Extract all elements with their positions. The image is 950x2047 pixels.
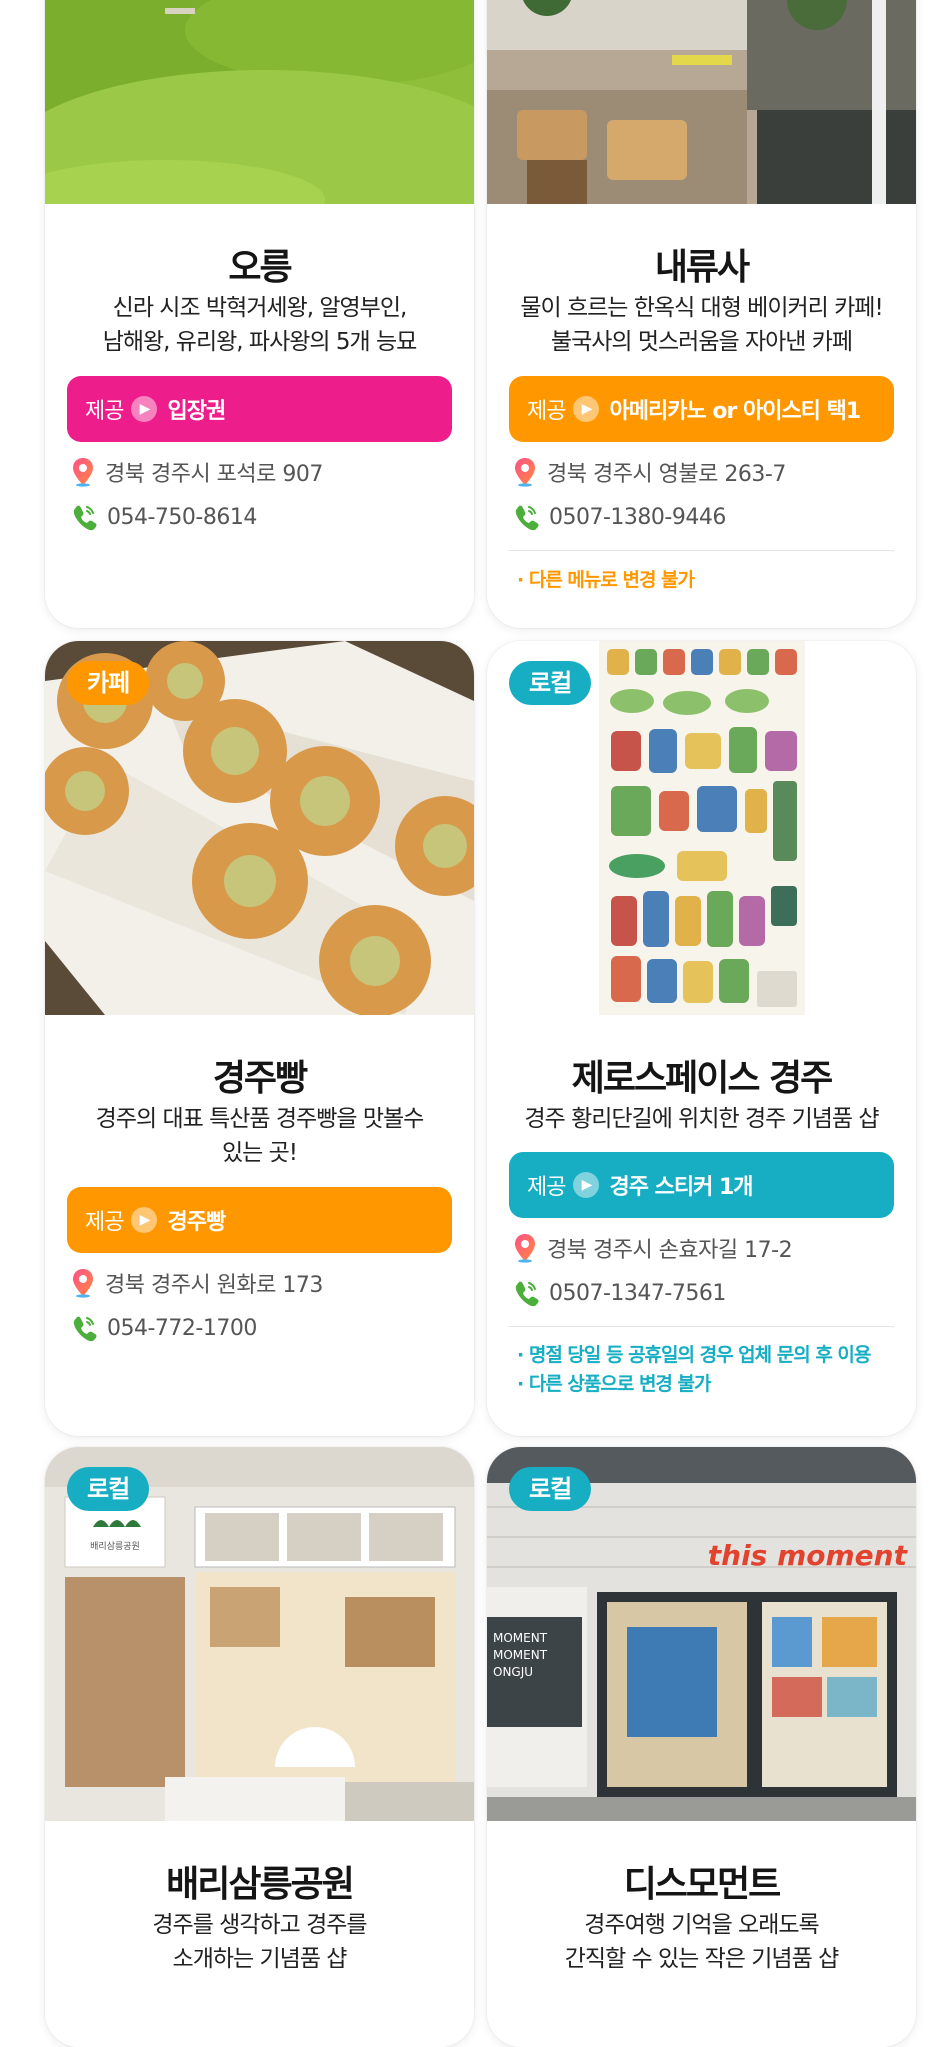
phone-row[interactable]: 054-772-1700 [71, 1311, 257, 1345]
offer-button[interactable]: 제공 ▶ 아메리카노 or 아이스티 택1 [509, 376, 894, 442]
offer-item: 입장권 [167, 399, 226, 424]
desc-line: 물이 흐르는 한옥식 대형 베이커리 카페! [520, 295, 883, 321]
phone-text: 0507-1347-7561 [549, 1280, 726, 1306]
location-pin-icon [73, 458, 93, 487]
desc-line: 경주의 대표 특산품 경주빵을 맛볼수 [95, 1106, 425, 1132]
phone-row[interactable]: 0507-1380-9446 [513, 500, 726, 534]
address-text: 경북 경주시 손효자길 17-2 [547, 1238, 793, 1263]
desc-line: 있는 곳! [221, 1140, 298, 1166]
card-description: 경주를 생각하고 경주를 소개하는 기념품 샵 [60, 1908, 459, 1976]
notice-line: · 명절 당일 등 공휴일의 경우 업체 문의 후 이용 [517, 1344, 871, 1366]
desc-line: 신라 시조 박혁거세왕, 알영부인, [112, 295, 408, 321]
card-gyeongju-bread[interactable]: 카페 경주빵 경주의 대표 특산품 경주빵을 맛볼수 있는 곳! 제공 ▶ 경주… [45, 641, 474, 1436]
category-badge: 카페 [67, 661, 150, 705]
card-zerospace-gyeongju[interactable]: 로컬 제로스페이스 경주 경주 황리단길에 위치한 경주 기념품 샵 제공 ▶ … [487, 641, 916, 1436]
notice-text: · 다른 메뉴로 변경 불가 [517, 566, 695, 595]
offer-item: 경주 스티커 1개 [609, 1175, 753, 1200]
category-badge: 로컬 [67, 1467, 150, 1511]
offer-label: 제공 [85, 399, 124, 424]
location-pin-icon [73, 1269, 93, 1298]
card-title: 디스모먼트 [623, 1864, 782, 1905]
divider [509, 1326, 894, 1327]
offer-item: 경주빵 [167, 1210, 226, 1235]
phone-row[interactable]: 0507-1347-7561 [513, 1276, 726, 1310]
desc-line: 경주여행 기억을 오래도록 [584, 1912, 819, 1938]
category-badge: 로컬 [509, 661, 592, 705]
desc-line: 경주 황리단길에 위치한 경주 기념품 샵 [524, 1106, 879, 1132]
phone-icon [515, 1281, 539, 1307]
offer-label: 제공 [527, 399, 566, 424]
card-title: 배리삼릉공원 [166, 1864, 355, 1905]
shop-sign: this moment [708, 1539, 909, 1572]
card-photo [45, 0, 474, 204]
offer-label: 제공 [527, 1175, 566, 1200]
address-text: 경북 경주시 원화로 173 [105, 1273, 323, 1298]
desc-line: 경주를 생각하고 경주를 [152, 1912, 367, 1938]
card-description: 경주 황리단길에 위치한 경주 기념품 샵 [502, 1102, 901, 1136]
offer-item: 아메리카노 or 아이스티 택1 [609, 399, 861, 424]
notice-text: · 명절 당일 등 공휴일의 경우 업체 문의 후 이용 · 다른 상품으로 변… [517, 1341, 871, 1399]
offer-button[interactable]: 제공 ▶ 경주 스티커 1개 [509, 1152, 894, 1218]
desc-line: 불국사의 멋스러움을 자아낸 카페 [550, 329, 853, 355]
divider [509, 550, 894, 551]
chevron-right-icon: ▶ [573, 1172, 600, 1198]
phone-icon [73, 505, 97, 531]
shop-sign: 배리삼릉공원 [90, 1541, 140, 1552]
phone-text: 054-750-8614 [107, 504, 257, 530]
address-text: 경북 경주시 영불로 263-7 [547, 462, 786, 487]
address-row: 경북 경주시 손효자길 17-2 [513, 1231, 793, 1265]
location-pin-icon [515, 458, 535, 487]
chevron-right-icon: ▶ [131, 1207, 158, 1233]
desc-line: 소개하는 기념품 샵 [172, 1946, 348, 1972]
card-photo [487, 0, 916, 204]
chevron-right-icon: ▶ [131, 396, 158, 422]
card-naeryusa[interactable]: 내류사 물이 흐르는 한옥식 대형 베이커리 카페! 불국사의 멋스러움을 자아… [487, 0, 916, 628]
phone-text: 054-772-1700 [107, 1315, 257, 1341]
offer-button[interactable]: 제공 ▶ 경주빵 [67, 1187, 452, 1253]
phone-icon [515, 505, 539, 531]
card-description: 경주여행 기억을 오래도록 간직할 수 있는 작은 기념품 샵 [502, 1908, 901, 1976]
offer-label: 제공 [85, 1210, 124, 1235]
card-this-moment[interactable]: this moment MOMENT MOMENT ONGJU 로컬 디스모먼트… [487, 1447, 916, 2047]
card-title: 오릉 [228, 247, 292, 288]
desc-line: 간직할 수 있는 작은 기념품 샵 [564, 1946, 839, 1972]
card-title: 내류사 [654, 247, 750, 288]
notice-line: · 다른 상품으로 변경 불가 [517, 1373, 711, 1395]
phone-text: 0507-1380-9446 [549, 504, 726, 530]
address-row: 경북 경주시 포석로 907 [71, 455, 323, 489]
window-text: ONGJU [493, 1665, 533, 1679]
card-description: 물이 흐르는 한옥식 대형 베이커리 카페! 불국사의 멋스러움을 자아낸 카페 [502, 291, 901, 359]
desc-line: 남해왕, 유리왕, 파사왕의 5개 능묘 [102, 329, 418, 355]
phone-row[interactable]: 054-750-8614 [71, 500, 257, 534]
card-title: 제로스페이스 경주 [571, 1058, 834, 1099]
address-text: 경북 경주시 포석로 907 [105, 462, 323, 487]
phone-icon [73, 1316, 97, 1342]
address-row: 경북 경주시 영불로 263-7 [513, 455, 786, 489]
card-description: 신라 시조 박혁거세왕, 알영부인, 남해왕, 유리왕, 파사왕의 5개 능묘 [60, 291, 459, 359]
address-row: 경북 경주시 원화로 173 [71, 1266, 323, 1300]
window-text: MOMENT [493, 1631, 548, 1645]
category-badge: 로컬 [509, 1467, 592, 1511]
window-text: MOMENT [493, 1648, 548, 1662]
location-pin-icon [515, 1234, 535, 1263]
offer-button[interactable]: 제공 ▶ 입장권 [67, 376, 452, 442]
card-oreung[interactable]: 오릉 신라 시조 박혁거세왕, 알영부인, 남해왕, 유리왕, 파사왕의 5개 … [45, 0, 474, 628]
card-description: 경주의 대표 특산품 경주빵을 맛볼수 있는 곳! [60, 1102, 459, 1170]
notice-line: · 다른 메뉴로 변경 불가 [517, 569, 695, 591]
chevron-right-icon: ▶ [573, 396, 600, 422]
card-title: 경주빵 [212, 1058, 308, 1099]
card-baerisamneung-park[interactable]: 배리삼릉공원 로컬 배리삼릉공원 경주를 생각하고 경주를 소개하는 기념품 샵 [45, 1447, 474, 2047]
